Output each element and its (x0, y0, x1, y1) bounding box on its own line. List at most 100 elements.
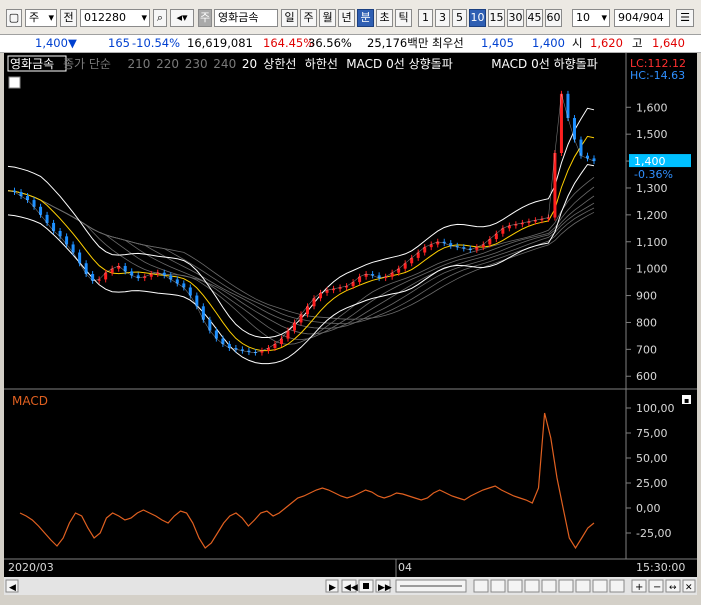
legend-item: MACD 0선 하향돌파 (491, 57, 597, 71)
interval-button[interactable]: 5 (452, 9, 467, 27)
left-arrow-icon: ◀ (9, 583, 16, 593)
price-tick-label: 600 (636, 370, 657, 383)
last-change-label: -0.36% (634, 168, 673, 181)
settings-icon[interactable]: ☰ (676, 9, 694, 27)
chevron-down-icon: ▾ (601, 11, 607, 24)
window-icon[interactable]: ▢ (6, 9, 22, 27)
close-icon: ✕ (685, 583, 693, 593)
legend-item: 20 (242, 57, 257, 71)
market-select[interactable]: 주 ▾ (25, 9, 57, 27)
indicator-button[interactable] (524, 579, 540, 593)
moving-average-line (7, 190, 595, 324)
interval-button[interactable]: 60 (545, 9, 562, 27)
panel-menu-icon-glyph: ▪ (684, 396, 689, 405)
period-button[interactable]: 분 (357, 9, 374, 27)
x-label-month: 04 (398, 561, 412, 574)
macd-tick-label: 75,00 (636, 427, 668, 440)
ask-label: 최우선 (432, 36, 464, 50)
legend-item: 상한선 (263, 57, 296, 71)
x-label-start: 2020/03 (8, 561, 54, 574)
window-frame (0, 595, 701, 605)
chevron-down-icon: ▾ (141, 11, 147, 24)
tool-button[interactable] (541, 579, 557, 593)
x-axis: 2020/03 04 15:30:00 (8, 559, 685, 577)
lower-band-line (7, 163, 595, 365)
volume-ratio: 164.45% (263, 36, 315, 50)
macd-line (19, 412, 595, 550)
chart-canvas[interactable]: 영화금속 종가 단순 210 220 230 240 20 상한선 하한선 MACD 0선 상향돌… (4, 53, 697, 577)
ask-price: 1,405 (481, 36, 514, 50)
table-button[interactable] (507, 579, 523, 593)
trade-amount: 25,176백만 (367, 36, 429, 50)
change-pct: -10.54% (132, 36, 180, 50)
layout-button[interactable] (473, 579, 489, 593)
price-tick-label: 1,500 (636, 128, 668, 141)
quote-bar: 1,400 ▼ 165 -10.54% 16,619,081 164.45% 3… (0, 35, 701, 53)
legend-item: 하한선 (305, 57, 338, 71)
volume: 16,619,081 (187, 36, 253, 50)
x-label-time: 15:30:00 (636, 561, 685, 574)
price-tick-label: 1,300 (636, 182, 668, 195)
interval-button[interactable]: 45 (526, 9, 543, 27)
period-button[interactable]: 틱 (395, 9, 412, 27)
period-button[interactable]: 주 (300, 9, 317, 27)
legend-item: 220 (156, 57, 179, 71)
code-input[interactable]: 012280 ▾ (80, 9, 150, 27)
high-price: 1,640 (652, 36, 685, 50)
price-tick-label: 800 (636, 316, 657, 329)
price-tick-label: 1,200 (636, 209, 668, 222)
period-button[interactable]: 년 (338, 9, 355, 27)
chart-area[interactable]: 영화금속 종가 단순 210 220 230 240 20 상한선 하한선 MACD 0선 상향돌… (4, 53, 697, 577)
period-button[interactable]: 월 (319, 9, 336, 27)
save-button[interactable] (575, 579, 591, 593)
prev-button[interactable]: 전 (60, 9, 77, 27)
upper-band-line (7, 107, 595, 338)
macd-panel: MACD 100,00 75,00 50,00 25,00 0,00 -25,00 (12, 394, 675, 550)
macd-title: MACD (12, 394, 48, 408)
grid-icon[interactable] (8, 76, 21, 89)
reset-icon: ↔ (669, 583, 677, 593)
legend-item: 240 (213, 57, 236, 71)
stock-type-tag: 주 (198, 9, 212, 27)
stock-name-field[interactable]: 영화금속 (214, 9, 278, 27)
interval-button[interactable]: 15 (488, 9, 505, 27)
chart-legend: 영화금속 종가 단순 210 220 230 240 20 상한선 하한선 MACD 0선 상향돌… (7, 55, 598, 72)
search-icon[interactable]: ⌕ (153, 9, 167, 27)
stop-icon (363, 583, 369, 589)
price-tick-label: 1,100 (636, 236, 668, 249)
period-button[interactable]: 초 (376, 9, 393, 27)
price-tick-label: 700 (636, 343, 657, 356)
interval-value: 10 (576, 11, 590, 24)
macd-tick-label: -25,00 (636, 527, 671, 540)
bid-price: 1,400 (532, 36, 565, 50)
compare-button[interactable] (490, 579, 506, 593)
scroll-bar[interactable]: ◀ ▶ ◀◀ ▶▶ + − ↔ ✕ (4, 577, 697, 595)
legend-item: 종가 단순 (63, 57, 111, 71)
last-price-label: 1,400 (634, 155, 666, 168)
code-value: 012280 (84, 11, 126, 24)
options-button[interactable] (609, 579, 625, 593)
capture-button[interactable] (592, 579, 608, 593)
interval-button[interactable]: 30 (507, 9, 524, 27)
right-arrow-icon: ▶ (329, 583, 336, 593)
moving-average-line (7, 190, 595, 320)
price-tick-label: 900 (636, 290, 657, 303)
interval-input[interactable]: 10 ▾ (572, 9, 610, 27)
high-label: 고 (632, 36, 643, 50)
rewind-icon: ◀◀ (344, 583, 358, 593)
interval-button[interactable]: 3 (435, 9, 450, 27)
speaker-icon[interactable]: ◂▾ (170, 9, 194, 27)
legend-item: 210 (128, 57, 151, 71)
turnover-pct: 36.56% (308, 36, 352, 50)
forward-icon: ▶▶ (378, 583, 392, 593)
price-change: 165 (108, 36, 130, 50)
minus-icon: − (653, 582, 661, 593)
print-button[interactable] (558, 579, 574, 593)
legend-item: MACD 0선 상향돌파 (346, 57, 452, 71)
interval-button[interactable]: 10 (469, 9, 486, 27)
period-button[interactable]: 일 (281, 9, 298, 27)
current-price: 1,400 (35, 36, 68, 50)
macd-tick-label: 0,00 (636, 502, 661, 515)
open-price: 1,620 (590, 36, 623, 50)
interval-button[interactable]: 1 (418, 9, 433, 27)
